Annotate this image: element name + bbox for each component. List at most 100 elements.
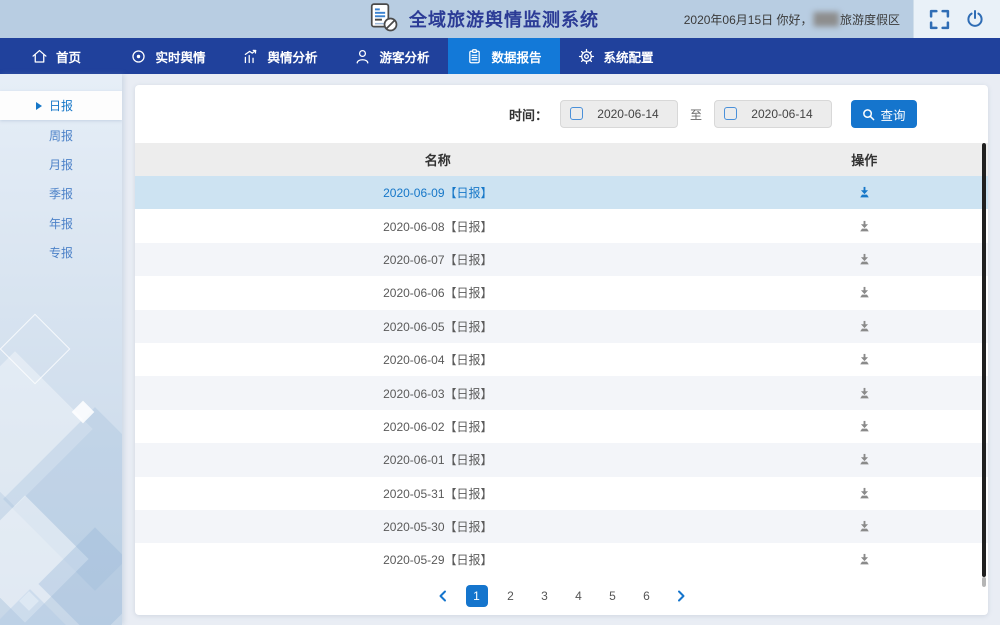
table-row[interactable]: 2020-06-07【日报】 (135, 243, 988, 276)
sidebar-item-label: 专报 (49, 244, 73, 261)
page-button-1[interactable]: 1 (466, 585, 488, 607)
sidebar-item-yearly[interactable]: 年报 (0, 209, 122, 238)
user-icon (354, 48, 371, 65)
start-date-box (560, 100, 678, 128)
nav-label: 系统配置 (603, 47, 653, 66)
page-button-5[interactable]: 5 (602, 585, 624, 607)
fullscreen-icon[interactable] (928, 8, 950, 30)
download-icon[interactable] (858, 320, 871, 333)
org-suffix-text: 旅游度假区 (840, 11, 900, 28)
sidebar-item-special[interactable]: 专报 (0, 238, 122, 267)
report-name-link[interactable]: 2020-06-06【日报】 (135, 284, 741, 301)
download-icon[interactable] (858, 453, 871, 466)
sidebar-menu: 日报 周报 月报 季报 年报 专报 (0, 74, 122, 267)
search-button[interactable]: 查询 (851, 100, 917, 128)
download-icon[interactable] (858, 553, 871, 566)
report-icon (466, 48, 483, 65)
sidebar-item-weekly[interactable]: 周报 (0, 120, 122, 149)
nav-label: 首页 (56, 47, 81, 66)
table-row[interactable]: 2020-06-08【日报】 (135, 209, 988, 242)
nav-label: 实时舆情 (155, 47, 205, 66)
next-page-icon[interactable] (670, 585, 692, 607)
nav-item-visitor[interactable]: 游客分析 (336, 38, 448, 74)
date-filter-bar: 时间： 至 查询 (135, 85, 988, 143)
sidebar-item-quarterly[interactable]: 季报 (0, 179, 122, 208)
masked-org-name: ███ (813, 12, 839, 26)
report-name-link[interactable]: 2020-06-05【日报】 (135, 318, 741, 335)
page-button-6[interactable]: 6 (636, 585, 658, 607)
report-name-link[interactable]: 2020-06-03【日报】 (135, 385, 741, 402)
table-header: 名称 操作 (135, 143, 988, 176)
report-table: 名称 操作 2020-06-09【日报】 2020-06-08【日报】 2020… (135, 143, 988, 577)
column-header-operation: 操作 (741, 150, 988, 169)
table-row[interactable]: 2020-05-30【日报】 (135, 510, 988, 543)
report-name-link[interactable]: 2020-06-04【日报】 (135, 351, 741, 368)
search-icon (862, 108, 875, 121)
table-row[interactable]: 2020-06-09【日报】 (135, 176, 988, 209)
page-button-2[interactable]: 2 (500, 585, 522, 607)
calendar-icon (724, 107, 737, 120)
nav-item-report[interactable]: 数据报告 (448, 38, 560, 74)
download-icon[interactable] (858, 420, 871, 433)
main-nav: 首页 实时舆情 舆情分析 游客分析 (0, 38, 1000, 74)
page-button-4[interactable]: 4 (568, 585, 590, 607)
table-row[interactable]: 2020-06-03【日报】 (135, 376, 988, 409)
top-actions (913, 0, 1000, 38)
eye-icon (130, 48, 147, 65)
nav-item-settings[interactable]: 系统配置 (560, 38, 672, 74)
table-row[interactable]: 2020-06-01【日报】 (135, 443, 988, 476)
search-button-label: 查询 (880, 105, 905, 124)
table-row[interactable]: 2020-05-31【日报】 (135, 477, 988, 510)
report-name-link[interactable]: 2020-06-02【日报】 (135, 418, 741, 435)
gear-icon (578, 48, 595, 65)
table-scrollbar[interactable] (982, 143, 986, 587)
calendar-icon (570, 107, 583, 120)
nav-label: 舆情分析 (267, 47, 317, 66)
table-row[interactable]: 2020-06-04【日报】 (135, 343, 988, 376)
date-greeting-text: 2020年06月15日 你好， (684, 11, 813, 28)
table-row[interactable]: 2020-05-29【日报】 (135, 543, 988, 576)
column-header-name: 名称 (135, 150, 741, 169)
sidebar-item-monthly[interactable]: 月报 (0, 150, 122, 179)
power-icon[interactable] (964, 8, 986, 30)
report-sidebar: 日报 周报 月报 季报 年报 专报 (0, 74, 122, 625)
table-row[interactable]: 2020-06-06【日报】 (135, 276, 988, 309)
nav-item-home[interactable]: 首页 (0, 38, 112, 74)
nav-item-analysis[interactable]: 舆情分析 (224, 38, 336, 74)
nav-label: 数据报告 (491, 47, 541, 66)
report-list-panel: 时间： 至 查询 名称 操作 2020-06-09【日报】 2020-06-08… (135, 85, 988, 615)
brand: 全域旅游舆情监测系统 (368, 0, 599, 38)
report-name-link[interactable]: 2020-05-30【日报】 (135, 518, 741, 535)
download-icon[interactable] (858, 387, 871, 400)
nav-label: 游客分析 (379, 47, 429, 66)
prev-page-icon[interactable] (432, 585, 454, 607)
sidebar-item-daily[interactable]: 日报 (0, 91, 122, 120)
report-name-link[interactable]: 2020-06-01【日报】 (135, 451, 741, 468)
report-name-link[interactable]: 2020-05-29【日报】 (135, 551, 741, 568)
active-arrow-icon (36, 102, 42, 110)
report-name-link[interactable]: 2020-06-09【日报】 (135, 184, 741, 201)
app-title: 全域旅游舆情监测系统 (409, 6, 599, 32)
report-name-link[interactable]: 2020-06-08【日报】 (135, 218, 741, 235)
time-label: 时间： (509, 105, 548, 124)
sidebar-item-label: 季报 (49, 185, 73, 202)
report-name-link[interactable]: 2020-05-31【日报】 (135, 485, 741, 502)
download-icon[interactable] (858, 186, 871, 199)
download-icon[interactable] (858, 253, 871, 266)
table-row[interactable]: 2020-06-02【日报】 (135, 410, 988, 443)
nav-item-realtime[interactable]: 实时舆情 (112, 38, 224, 74)
download-icon[interactable] (858, 220, 871, 233)
end-date-box (714, 100, 832, 128)
download-icon[interactable] (858, 520, 871, 533)
scrollbar-thumb[interactable] (982, 143, 986, 577)
download-icon[interactable] (858, 353, 871, 366)
report-name-link[interactable]: 2020-06-07【日报】 (135, 251, 741, 268)
sidebar-item-label: 周报 (49, 127, 73, 144)
download-icon[interactable] (858, 487, 871, 500)
top-header: 全域旅游舆情监测系统 2020年06月15日 你好， ███ 旅游度假区 (0, 0, 1000, 38)
table-row[interactable]: 2020-06-05【日报】 (135, 310, 988, 343)
download-icon[interactable] (858, 286, 871, 299)
sidebar-item-label: 月报 (49, 156, 73, 173)
page-button-3[interactable]: 3 (534, 585, 556, 607)
sidebar-item-label: 日报 (49, 97, 73, 114)
